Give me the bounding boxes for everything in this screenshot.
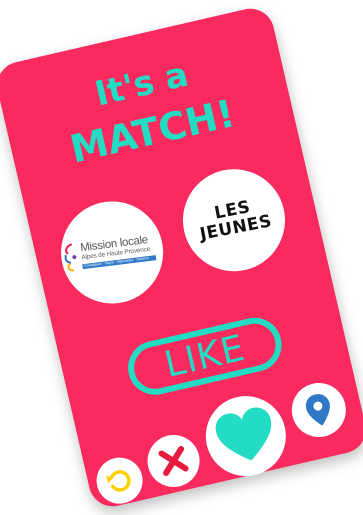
x-icon [158, 446, 189, 476]
like-button[interactable] [197, 388, 294, 485]
mission-locale-logo: Mission locale Alpes de Haute Provence F… [62, 232, 163, 274]
les-jeunes-line2: JEUNES [197, 211, 274, 245]
like-stamp-label: LIKE [160, 327, 249, 386]
mission-locale-logo-icon [64, 243, 77, 272]
map-pin-icon [305, 394, 330, 426]
nope-button[interactable] [142, 429, 205, 493]
page: It's a MATCH! Mission locale Alpes de Ha… [0, 0, 363, 515]
heart-icon [215, 407, 272, 461]
location-button[interactable] [286, 377, 352, 443]
profile-avatar-mission-locale: Mission locale Alpes de Haute Provence F… [50, 191, 174, 314]
undo-arrow-icon [106, 470, 131, 492]
profile-avatar-les-jeunes: LES JEUNES [172, 159, 296, 282]
undo-button[interactable] [92, 453, 148, 509]
like-stamp: LIKE [122, 312, 287, 401]
match-card: It's a MATCH! Mission locale Alpes de Ha… [0, 4, 363, 511]
